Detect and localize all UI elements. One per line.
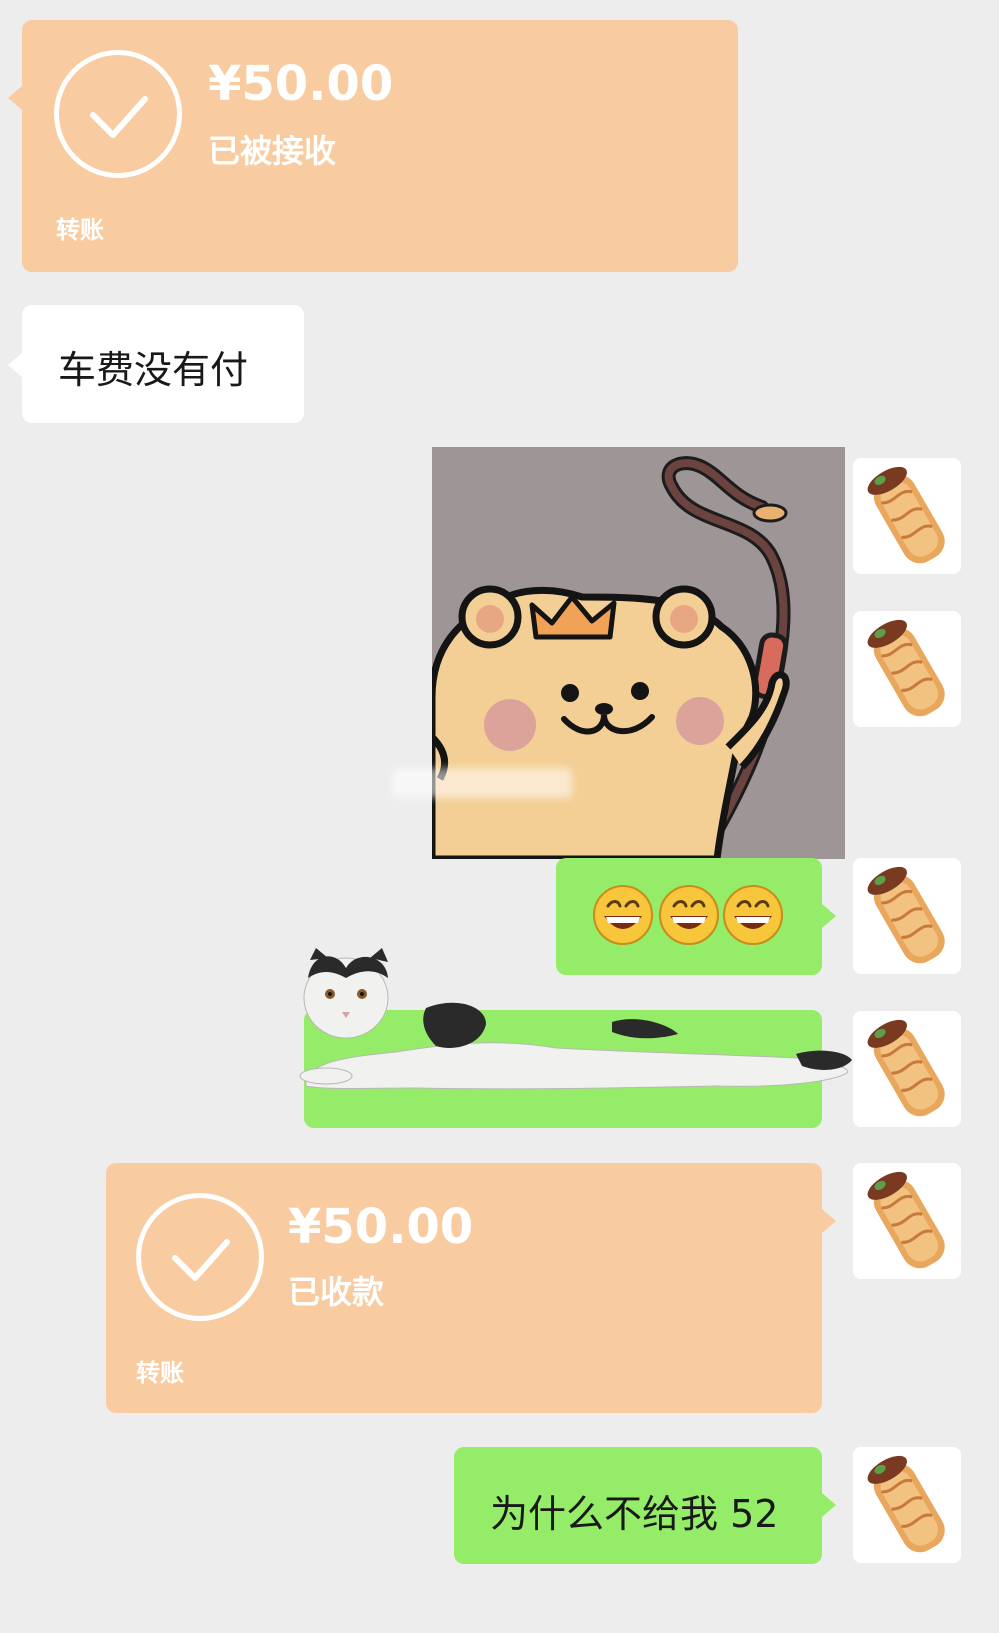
transfer-amount: ¥50.00 xyxy=(208,56,394,112)
avatar[interactable] xyxy=(853,611,961,727)
avatar[interactable] xyxy=(853,458,961,574)
crepe-roll-avatar xyxy=(853,858,961,974)
bubble-tail xyxy=(822,904,836,928)
crepe-roll-avatar xyxy=(853,1163,961,1279)
transfer-card[interactable]: ¥50.00 已收款 转账 xyxy=(106,1163,822,1413)
watermark-blur xyxy=(392,768,572,798)
transfer-status: 已收款 xyxy=(288,1273,385,1311)
check-circle-icon xyxy=(136,1193,264,1321)
text-bubble: 车费没有付 xyxy=(22,305,304,423)
crepe-roll-avatar xyxy=(853,1447,961,1563)
transfer-card[interactable]: ¥50.00 已被接收 转账 xyxy=(22,20,738,272)
crepe-roll-avatar xyxy=(853,611,961,727)
grinning-face-emoji xyxy=(659,885,719,945)
avatar[interactable] xyxy=(853,1163,961,1279)
bubble-tail xyxy=(8,86,22,110)
lying-cat-sticker xyxy=(299,948,852,1090)
message-transfer-collected[interactable]: ¥50.00 已收款 转账 xyxy=(106,1163,838,1413)
transfer-kind-label: 转账 xyxy=(56,216,104,244)
transfer-kind-label: 转账 xyxy=(136,1359,184,1387)
transfer-amount: ¥50.00 xyxy=(288,1199,474,1255)
avatar[interactable] xyxy=(853,1447,961,1563)
message-sticker-cat[interactable] xyxy=(296,948,856,1128)
message-text: 为什么不给我 52 xyxy=(490,1492,779,1536)
bubble-tail xyxy=(822,1209,836,1233)
bubble-tail xyxy=(8,353,22,377)
message-transfer-received[interactable]: ¥50.00 已被接收 转账 xyxy=(0,20,760,272)
avatar[interactable] xyxy=(853,1011,961,1127)
crepe-roll-avatar xyxy=(853,458,961,574)
bubble-tail xyxy=(822,1493,836,1517)
avatar[interactable] xyxy=(853,858,961,974)
grinning-face-emoji xyxy=(723,885,783,945)
crepe-roll-avatar xyxy=(853,1011,961,1127)
message-text-outgoing[interactable]: 为什么不给我 52 xyxy=(454,1447,838,1564)
message-text-incoming[interactable]: 车费没有付 xyxy=(0,305,310,423)
check-circle-icon xyxy=(54,50,182,178)
grinning-face-emoji xyxy=(593,885,653,945)
text-bubble: 为什么不给我 52 xyxy=(454,1447,822,1564)
message-text: 车费没有付 xyxy=(58,348,249,392)
transfer-status: 已被接收 xyxy=(208,132,337,170)
